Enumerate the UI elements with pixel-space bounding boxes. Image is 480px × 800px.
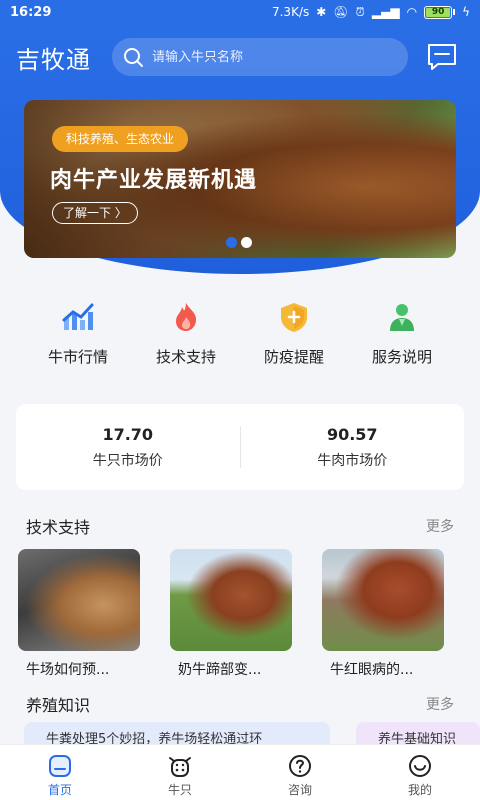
app-title: 吉牧通 <box>16 46 91 74</box>
search-icon <box>124 48 143 67</box>
smile-icon <box>409 755 431 777</box>
article-card[interactable]: 奶牛蹄部变... <box>170 549 292 679</box>
quick-links: 牛市行情 技术支持 防疫提醒 服务说明 <box>24 300 456 367</box>
article-title: 牛红眼病的... <box>330 662 414 678</box>
tech-support-more-link[interactable]: 更多 <box>426 516 454 536</box>
article-image <box>322 549 444 651</box>
price-card: 17.70 牛只市场价 90.57 牛肉市场价 <box>16 404 464 490</box>
status-bar: 16:29 7.3K/s ✱ 🔕︎ ⏰︎ ▂▄▆ ◠ 90 ϟ <box>0 0 480 24</box>
alarm-icon: ⏰︎ <box>355 4 365 19</box>
search-bar[interactable] <box>112 38 408 76</box>
network-speed: 7.3K/s <box>271 5 310 19</box>
shield-plus-icon <box>281 303 307 332</box>
quick-link-label: 技术支持 <box>155 348 216 366</box>
carousel-dot-active[interactable] <box>226 237 237 248</box>
article-card[interactable]: 牛场如何预... <box>18 549 140 679</box>
quick-link-epidemic[interactable]: 防疫提醒 <box>240 300 348 367</box>
article-title: 牛场如何预... <box>26 662 110 678</box>
article-title: 奶牛蹄部变... <box>178 662 262 678</box>
status-time: 16:29 <box>10 4 52 20</box>
carousel-dots <box>226 237 252 248</box>
tab-consult[interactable]: 咨询 <box>240 745 360 800</box>
cattle-price[interactable]: 17.70 牛只市场价 <box>16 425 240 470</box>
banner-headline: 肉牛产业发展新机遇 <box>50 168 258 193</box>
search-input[interactable] <box>152 49 392 65</box>
tab-cattle[interactable]: 牛只 <box>120 745 240 800</box>
quick-link-market[interactable]: 牛市行情 <box>24 300 132 367</box>
wifi-icon: ◠ <box>406 5 418 19</box>
section-title: 养殖知识 <box>26 696 91 715</box>
bluetooth-icon: ✱ <box>316 5 327 19</box>
quick-link-label: 牛市行情 <box>47 348 108 366</box>
tab-label: 我的 <box>407 783 432 797</box>
section-title: 技术支持 <box>26 518 91 537</box>
article-image <box>18 549 140 651</box>
promo-banner[interactable]: 科技养殖、生态农业 肉牛产业发展新机遇 了解一下 〉 <box>24 100 456 258</box>
article-image <box>170 549 292 651</box>
battery-icon: 90 <box>424 5 456 19</box>
banner-more-label: 了解一下 <box>63 206 112 220</box>
question-icon <box>289 755 311 777</box>
signal-icon: ▂▄▆ <box>371 5 400 19</box>
cow-icon <box>169 757 191 777</box>
mute-icon: 🔕︎ <box>333 5 349 19</box>
tech-support-list: 牛场如何预... 奶牛蹄部变... 牛红眼病的... <box>18 549 480 679</box>
price-caption: 牛只市场价 <box>92 452 163 469</box>
message-icon[interactable] <box>426 42 458 72</box>
banner-more-button[interactable]: 了解一下 〉 <box>52 202 138 224</box>
price-value: 90.57 <box>326 424 378 444</box>
banner-tag: 科技养殖、生态农业 <box>52 126 189 152</box>
carousel-dot[interactable] <box>241 237 252 248</box>
quick-link-tech[interactable]: 技术支持 <box>132 300 240 367</box>
price-value: 17.70 <box>102 424 154 444</box>
charging-icon: ϟ <box>462 5 470 19</box>
article-card[interactable]: 牛红眼病的... <box>322 549 444 679</box>
price-caption: 牛肉市场价 <box>317 452 388 469</box>
status-icons: 7.3K/s ✱ 🔕︎ ⏰︎ ▂▄▆ ◠ 90 ϟ <box>272 5 470 20</box>
trend-chart-icon <box>62 303 94 330</box>
quick-link-label: 防疫提醒 <box>263 348 324 366</box>
person-badge-icon <box>390 304 414 331</box>
bottom-tab-bar: 首页 牛只 咨询 我的 <box>0 744 480 800</box>
quick-link-service[interactable]: 服务说明 <box>348 300 456 367</box>
beef-price[interactable]: 90.57 牛肉市场价 <box>241 425 465 470</box>
knowledge-header: 养殖知识 更多 <box>26 692 454 716</box>
tab-label: 首页 <box>47 783 72 797</box>
battery-level: 90 <box>426 7 451 17</box>
tab-label: 咨询 <box>287 783 312 797</box>
quick-link-label: 服务说明 <box>371 348 432 366</box>
tab-mine[interactable]: 我的 <box>360 745 480 800</box>
tab-home[interactable]: 首页 <box>0 745 120 800</box>
tech-support-header: 技术支持 更多 <box>26 514 454 538</box>
knowledge-more-link[interactable]: 更多 <box>426 694 454 714</box>
home-icon <box>49 755 71 777</box>
tab-label: 牛只 <box>167 783 192 797</box>
flame-icon <box>176 303 197 331</box>
